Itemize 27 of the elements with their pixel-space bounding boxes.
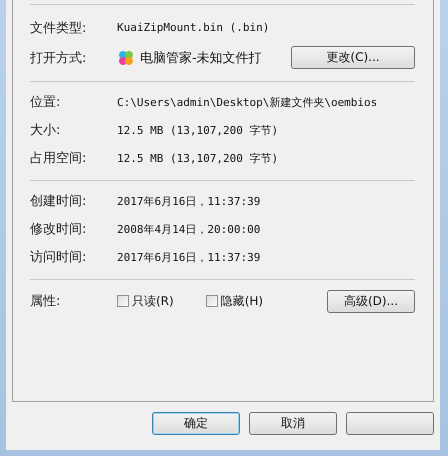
field-label: 位置:	[30, 94, 62, 111]
dialog-button[interactable]: 确定	[152, 412, 240, 435]
checkbox-label: 只读(R)	[132, 292, 174, 310]
field-value: 电脑管家-未知文件打	[140, 50, 262, 66]
app-icon	[117, 48, 135, 66]
field-label: 大小:	[30, 122, 62, 139]
field-value: 12.5 MB (13,107,200 字节)	[117, 150, 278, 166]
field-label: 修改时间:	[30, 221, 88, 238]
checkbox-label: 隐藏(H)	[220, 292, 264, 310]
field-value: 12.5 MB (13,107,200 字节)	[117, 122, 278, 138]
checkbox[interactable]	[117, 295, 129, 307]
field-label: 打开方式:	[30, 50, 88, 66]
field-value: 2017年6月16日，11:37:39	[117, 194, 260, 208]
change-button[interactable]: 更改(C)...	[291, 46, 415, 69]
field-value: C:\Users\admin\Desktop\新建文件夹\oembios	[117, 94, 378, 110]
field-label: 属性:	[30, 293, 62, 310]
field-label: 文件类型:	[30, 20, 88, 36]
advanced-button[interactable]: 高级(D)...	[327, 290, 415, 312]
checkbox[interactable]	[206, 295, 218, 307]
field-value: KuaiZipMount.bin (.bin)	[117, 21, 270, 34]
field-value: 2017年6月16日，11:37:39	[117, 250, 260, 264]
field-label: 访问时间:	[30, 249, 88, 266]
field-label: 占用空间:	[30, 150, 88, 167]
field-label: 创建时间:	[30, 193, 88, 210]
dialog-button[interactable]	[346, 412, 434, 435]
dialog-button[interactable]: 取消	[249, 412, 337, 435]
field-value: 2008年4月14日，20:00:00	[117, 222, 260, 236]
